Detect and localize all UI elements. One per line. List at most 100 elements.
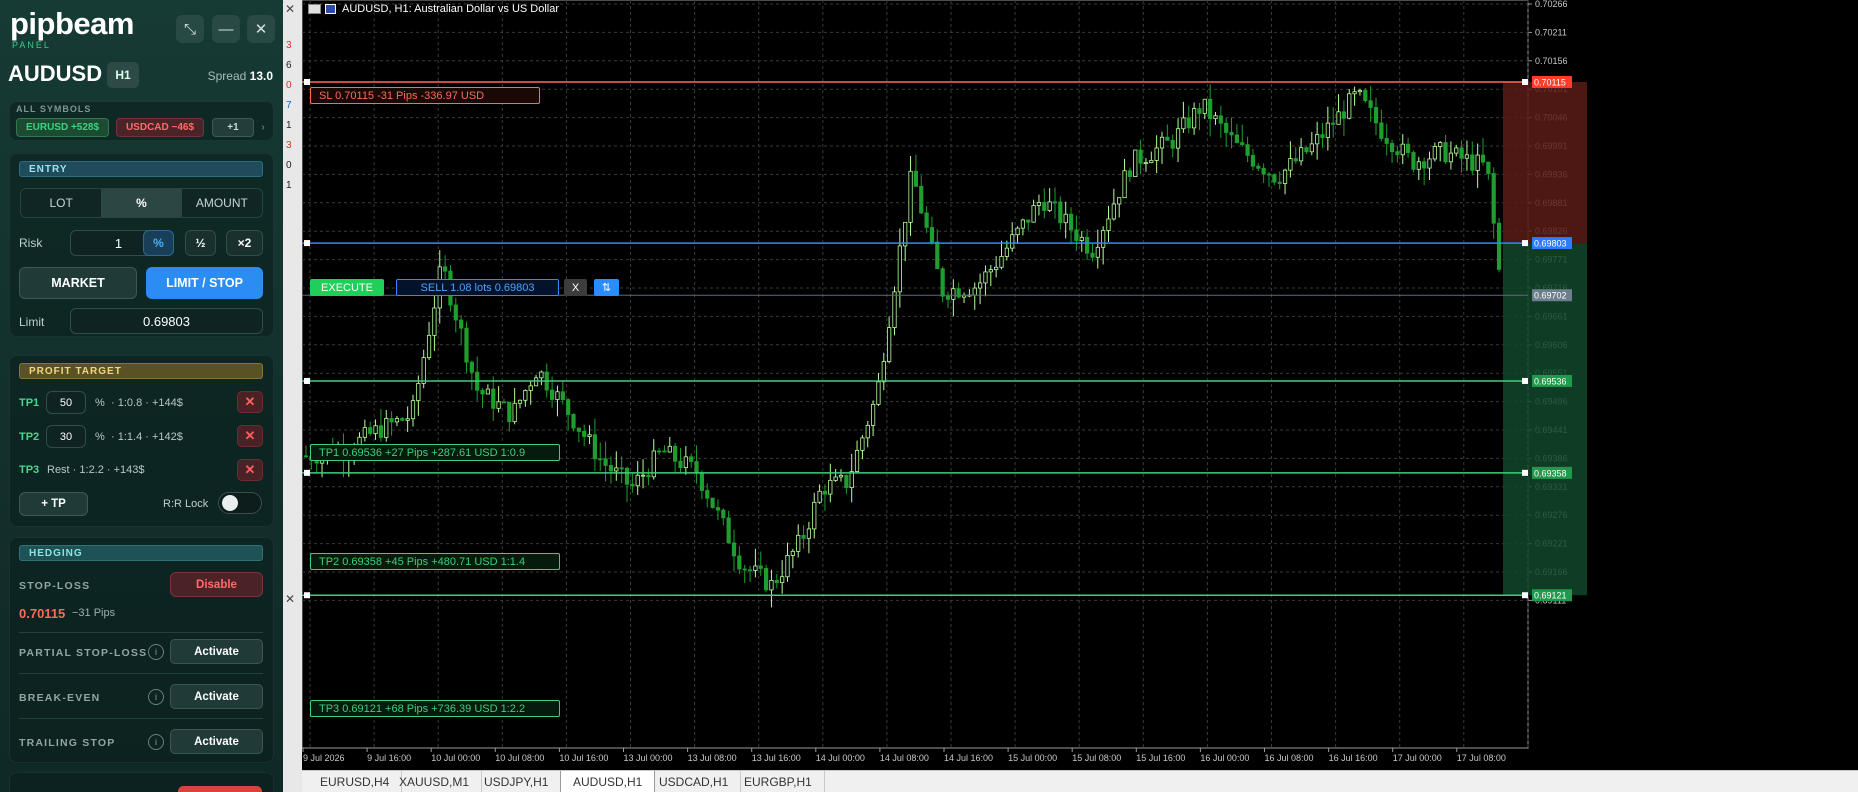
level-handle-entry — [304, 240, 310, 247]
tp2-line-label[interactable]: TP2 0.69358 +45 Pips +480.71 USD 1:1.4 — [310, 553, 560, 570]
candle-body — [780, 576, 785, 584]
strip-close-icon[interactable]: ✕ — [285, 592, 295, 606]
tp1-remove-button[interactable]: ✕ — [237, 391, 263, 413]
candle-body — [1266, 173, 1272, 176]
candle-body — [737, 555, 742, 570]
mode-amount[interactable]: AMOUNT — [182, 189, 262, 217]
candle-body — [1336, 111, 1341, 125]
candle-body — [1363, 90, 1368, 102]
tab-eurgbp-h1[interactable]: EURGBP,H1 — [732, 771, 825, 792]
break-even-activate-button[interactable]: Activate — [170, 684, 263, 709]
candle-body — [1047, 201, 1052, 211]
hedging-header: HEDGING — [19, 545, 263, 561]
candle-body — [1459, 147, 1464, 159]
risk-half-button[interactable]: ½ — [185, 230, 216, 256]
side-strip: 3 6 0 7 1 3 0 1 ✕ ✕ — [283, 0, 302, 792]
candle-body — [1101, 230, 1106, 248]
risk-double-button[interactable]: ×2 — [226, 230, 263, 256]
candle-body — [1122, 170, 1127, 199]
stop-loss-zone — [1503, 81, 1587, 244]
symbol-pill-usdcad[interactable]: USDCAD −46$ — [116, 118, 204, 137]
tp3-remove-button[interactable]: ✕ — [237, 459, 263, 481]
candle-body — [1175, 128, 1181, 149]
candle-body — [1352, 91, 1357, 95]
mode-percent[interactable]: % — [101, 189, 182, 217]
add-tp-button[interactable]: + TP — [19, 492, 88, 516]
candle-body — [1234, 134, 1240, 143]
trailing-stop-label: TRAILING STOP — [19, 737, 116, 749]
disable-stop-loss-button[interactable]: Disable — [170, 572, 263, 597]
candle-body — [1170, 139, 1175, 149]
tp3-label: TP3 — [19, 464, 40, 476]
candle-body — [881, 361, 886, 383]
trailing-stop-info-icon[interactable]: i — [148, 734, 164, 750]
candle-body — [699, 472, 705, 491]
candle-body — [528, 385, 533, 391]
symbol-pill-more[interactable]: +1 — [212, 118, 254, 137]
cancel-order-button[interactable]: X — [564, 279, 587, 296]
rr-lock-label: R:R Lock — [163, 498, 209, 510]
strip-number: 1 — [286, 120, 292, 131]
candle-body — [582, 430, 587, 437]
limit-price-input[interactable]: 0.69803 — [70, 308, 263, 334]
tab-usdcad-h1[interactable]: USDCAD,H1 — [647, 771, 742, 792]
tp3-line-label[interactable]: TP3 0.69121 +68 Pips +736.39 USD 1:2.2 — [310, 700, 560, 717]
tab-usdjpy-h1[interactable]: USDJPY,H1 — [472, 771, 562, 792]
candle-body — [1331, 122, 1336, 125]
limit-stop-button[interactable]: LIMIT / STOP — [146, 267, 263, 299]
trailing-stop-activate-button[interactable]: Activate — [170, 729, 263, 754]
tp1-line-label[interactable]: TP1 0.69536 +27 Pips +287.61 USD 1:0.9 — [310, 444, 560, 461]
chart-menu-icon[interactable] — [308, 4, 321, 14]
candle-body — [1288, 158, 1293, 171]
price-chart[interactable]: 0.702660.702110.701560.701010.700460.699… — [302, 0, 1858, 792]
candle-body — [1438, 142, 1443, 147]
candle-body — [1010, 234, 1015, 249]
candle-body — [801, 534, 806, 539]
break-even-info-icon[interactable]: i — [148, 689, 164, 705]
candle-body — [1015, 227, 1020, 236]
candle-body — [1117, 197, 1122, 205]
candle-body — [1074, 229, 1079, 241]
strip-close-icon[interactable]: ✕ — [285, 2, 295, 16]
candle-body — [817, 490, 822, 503]
risk-percent-button[interactable]: % — [143, 230, 174, 256]
more-symbols-icon[interactable]: › — [258, 118, 268, 137]
symbol-pill-eurusd[interactable]: EURUSD +528$ — [16, 118, 109, 137]
shrink-icon[interactable]: ⤡ — [176, 15, 204, 43]
sl-line-label[interactable]: SL 0.70115 -31 Pips -336.97 USD — [310, 87, 540, 104]
candle-body — [1470, 154, 1475, 171]
market-button[interactable]: MARKET — [19, 267, 137, 299]
minimize-icon[interactable]: — — [212, 15, 240, 43]
mode-lot[interactable]: LOT — [21, 189, 101, 217]
chart-canvas[interactable]: 0.702660.702110.701560.701010.700460.699… — [302, 0, 1858, 770]
time-tick-label: 16 Jul 16:00 — [1329, 753, 1378, 763]
strip-number: 0 — [286, 80, 292, 91]
candle-body — [956, 288, 961, 298]
candle-body — [517, 399, 523, 404]
bottom-action-button[interactable] — [178, 786, 262, 792]
partial-stop-loss-info-icon[interactable]: i — [148, 644, 164, 660]
tp1-percent-input[interactable]: 50 — [46, 391, 86, 414]
tp2-remove-button[interactable]: ✕ — [237, 425, 263, 447]
candle-body — [753, 565, 758, 571]
timeframe-badge[interactable]: H1 — [107, 62, 139, 88]
close-icon[interactable]: ✕ — [247, 15, 275, 43]
rr-lock-toggle[interactable] — [218, 492, 262, 514]
candle-body — [442, 266, 448, 272]
tab-audusd-h1[interactable]: AUDUSD,H1 — [560, 771, 656, 792]
partial-stop-loss-activate-button[interactable]: Activate — [170, 639, 263, 664]
tab-xauusd-m1[interactable]: XAUUSD,M1 — [387, 771, 483, 792]
time-tick-label: 14 Jul 16:00 — [944, 753, 993, 763]
candle-body — [1320, 134, 1325, 138]
stop-loss-price: 0.70115 — [19, 606, 66, 621]
candle-body — [1213, 115, 1218, 120]
level-handle-tp2 — [1522, 469, 1528, 476]
candle-body — [432, 307, 437, 336]
order-line-label[interactable]: SELL 1.08 lots 0.69803 — [396, 279, 559, 296]
execute-button[interactable]: EXECUTE — [310, 279, 384, 296]
candle-body — [913, 170, 919, 187]
tp2-percent-input[interactable]: 30 — [46, 425, 86, 448]
candle-body — [1079, 236, 1084, 241]
flip-order-icon[interactable]: ⇅ — [594, 279, 619, 296]
candle-body — [362, 427, 367, 438]
